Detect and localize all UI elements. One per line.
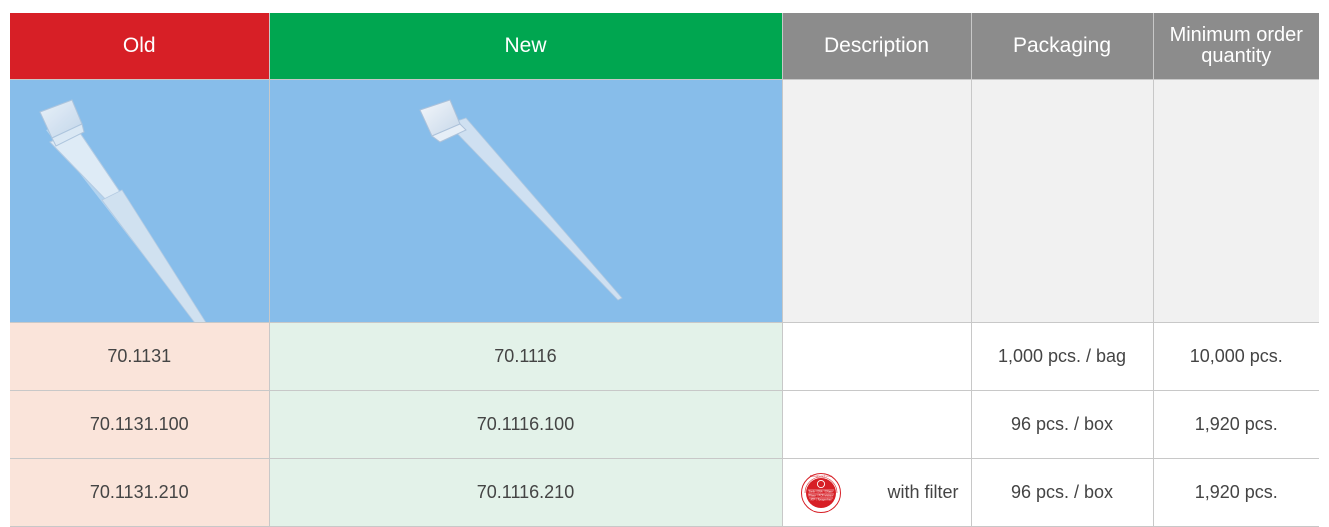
moq-cell: 1,920 pcs. [1153, 458, 1319, 527]
seal-bottom-text: CERTIFIED [813, 508, 830, 512]
header-row: Old New Description Packaging Minimum or… [10, 13, 1319, 80]
header-new: New [269, 13, 783, 80]
old-tip-image-cell [10, 79, 270, 323]
new-code-cell: 70.1116.100 [269, 390, 783, 459]
seal-top-text: Biosphere® plus [809, 474, 832, 478]
header-packaging: Packaging [971, 13, 1154, 80]
seal-line-1: Sterile / DNA- / DNase- [808, 490, 833, 493]
description-cell: Sterile / DNA- / DNase- RNase- / PCR inh… [782, 458, 972, 527]
biosphere-plus-certified-seal-icon: Sterile / DNA- / DNase- RNase- / PCR inh… [800, 472, 841, 513]
old-code-cell: 70.1131.100 [10, 390, 270, 459]
seal-line-2: RNase- / PCR inhibitor- [808, 494, 833, 497]
old-code-cell: 70.1131.210 [10, 458, 270, 527]
header-minimum-order-quantity: Minimum order quantity [1153, 13, 1319, 80]
description-content: Sterile / DNA- / DNase- RNase- / PCR inh… [783, 472, 971, 513]
description-text: with filter [887, 482, 959, 502]
packaging-cell: 1,000 pcs. / bag [971, 322, 1154, 391]
header-old: Old [10, 13, 270, 80]
packaging-cell: 96 pcs. / box [971, 458, 1154, 527]
table-row: 70.1131 70.1116 1,000 pcs. / bag 10,000 … [10, 322, 1319, 391]
new-code-cell: 70.1116 [269, 322, 783, 391]
description-image-cell [782, 79, 972, 323]
product-comparison-table: Old New Description Packaging Minimum or… [10, 13, 1319, 527]
pipette-tip-old-icon [39, 99, 207, 322]
seal-line-3: ATP- / Pyrogen-free [810, 498, 832, 501]
image-row [10, 79, 1319, 323]
old-code-cell: 70.1131 [10, 322, 270, 391]
moq-image-cell [1153, 79, 1319, 323]
moq-cell: 10,000 pcs. [1153, 322, 1319, 391]
table-row: 70.1131.210 70.1116.210 Sterile / DNA- /… [10, 458, 1319, 527]
moq-cell: 1,920 pcs. [1153, 390, 1319, 459]
packaging-cell: 96 pcs. / box [971, 390, 1154, 459]
new-tip-image-cell [269, 79, 783, 323]
new-code-cell: 70.1116.210 [269, 458, 783, 527]
header-description: Description [782, 13, 972, 80]
pipette-tip-new-icon [418, 99, 623, 301]
description-cell [782, 322, 972, 391]
packaging-image-cell [971, 79, 1154, 323]
description-cell [782, 390, 972, 459]
table-row: 70.1131.100 70.1116.100 96 pcs. / box 1,… [10, 390, 1319, 459]
